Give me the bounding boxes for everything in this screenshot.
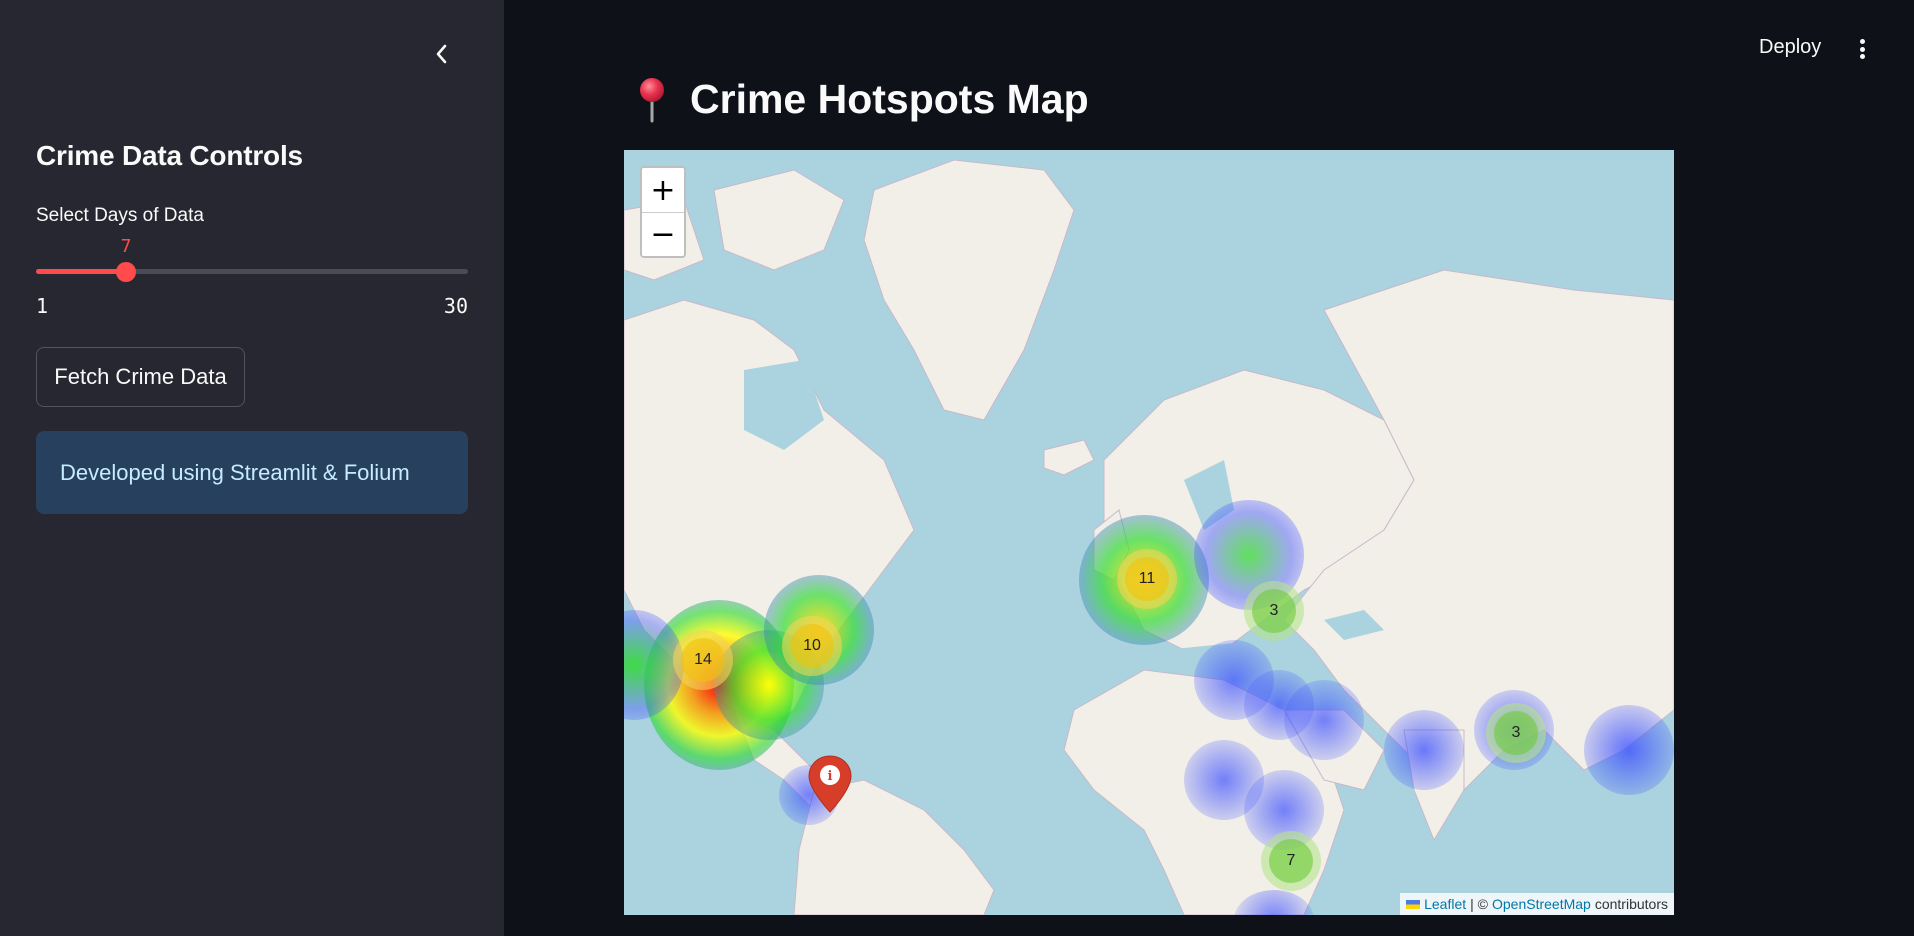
page-title-text: Crime Hotspots Map [690,76,1089,122]
deploy-button[interactable]: Deploy [1759,36,1821,59]
kebab-menu-icon [1859,39,1865,44]
openstreetmap-link[interactable]: OpenStreetMap [1492,896,1591,912]
marker-cluster-count: 3 [1494,711,1538,755]
attribution-contributors: contributors [1594,896,1668,912]
days-slider-thumb[interactable] [116,262,136,282]
attribution-separator: | © [1470,896,1488,912]
marker-cluster-count: 7 [1269,839,1313,883]
days-slider-value: 7 [120,236,132,257]
round-pushpin-icon [640,77,664,122]
ukraine-flag-icon [1406,899,1421,909]
zoom-control: + − [640,166,686,258]
days-slider-fill [36,269,126,274]
sidebar-title: Crime Data Controls [36,140,303,171]
marker-cluster-count: 3 [1252,589,1296,633]
marker-cluster[interactable]: 3 [1244,581,1304,641]
leaflet-link[interactable]: Leaflet [1424,896,1466,912]
days-slider-max: 30 [443,294,468,318]
marker-cluster[interactable]: 3 [1486,703,1546,763]
map[interactable]: 14 10 11 3 3 7 i + − Leaflet | © OpenStr… [624,150,1674,915]
marker-cluster[interactable]: 7 [1261,831,1321,891]
fetch-crime-data-button[interactable]: Fetch Crime Data [36,347,245,407]
marker-cluster[interactable]: 11 [1117,549,1177,609]
zoom-out-button[interactable]: − [642,212,684,256]
marker-cluster-count: 14 [681,638,725,682]
marker-cluster[interactable]: 10 [782,616,842,676]
page-title: Crime Hotspots Map [632,76,1089,123]
info-alert: Developed using Streamlit & Folium [36,431,468,514]
zoom-in-button[interactable]: + [642,168,684,212]
info-icon: i [828,769,833,784]
marker-cluster-count: 11 [1125,557,1169,601]
marker-cluster[interactable]: 14 [673,630,733,690]
sidebar: Crime Data Controls Select Days of Data … [0,0,504,936]
marker-cluster-count: 10 [790,624,834,668]
map-basemap [624,150,1674,915]
days-slider-label: Select Days of Data [36,205,204,226]
map-attribution: Leaflet | © OpenStreetMap contributors [1400,893,1674,915]
chevron-left-icon [436,44,447,64]
days-slider-track[interactable] [36,269,468,274]
days-slider-min: 1 [36,294,49,318]
map-marker-info[interactable]: i [807,754,853,814]
collapse-sidebar-button[interactable] [428,40,454,68]
main-menu-button[interactable] [1852,36,1872,62]
info-alert-text: Developed using Streamlit & Folium [60,459,410,485]
